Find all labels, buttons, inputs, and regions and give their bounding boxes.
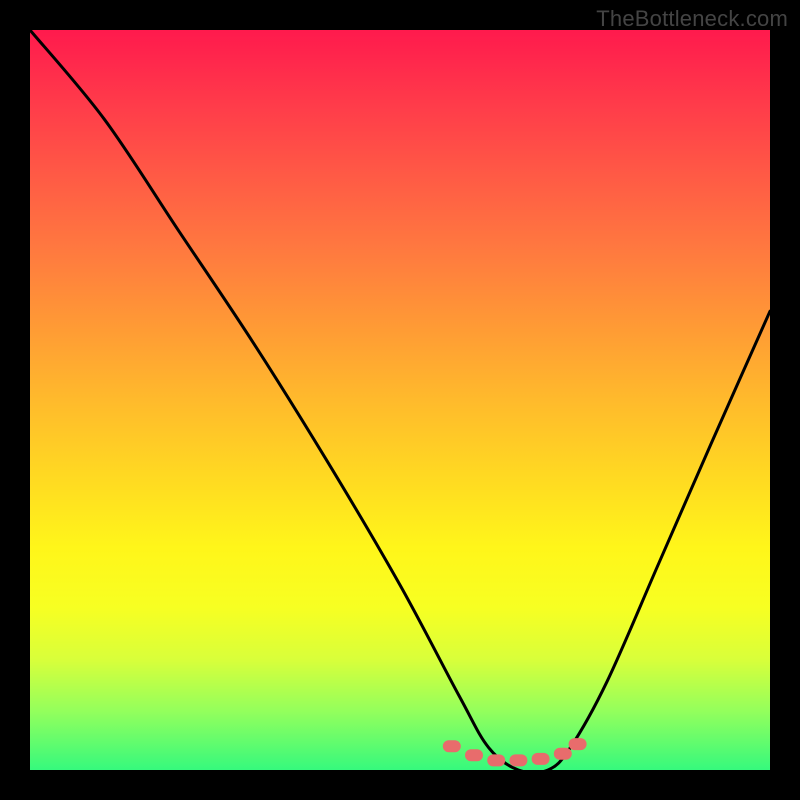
sweet-spot-marker [509,754,527,766]
plot-area [30,30,770,770]
sweet-spot-marker [554,748,572,760]
chart-container: TheBottleneck.com [0,0,800,800]
sweet-spot-marker [465,749,483,761]
sweet-spot-marker [532,753,550,765]
sweet-spot-markers [443,738,587,766]
sweet-spot-marker [443,740,461,752]
curve-svg [30,30,770,770]
sweet-spot-marker [487,754,505,766]
watermark-text: TheBottleneck.com [596,6,788,32]
sweet-spot-marker [569,738,587,750]
bottleneck-curve [30,30,770,770]
